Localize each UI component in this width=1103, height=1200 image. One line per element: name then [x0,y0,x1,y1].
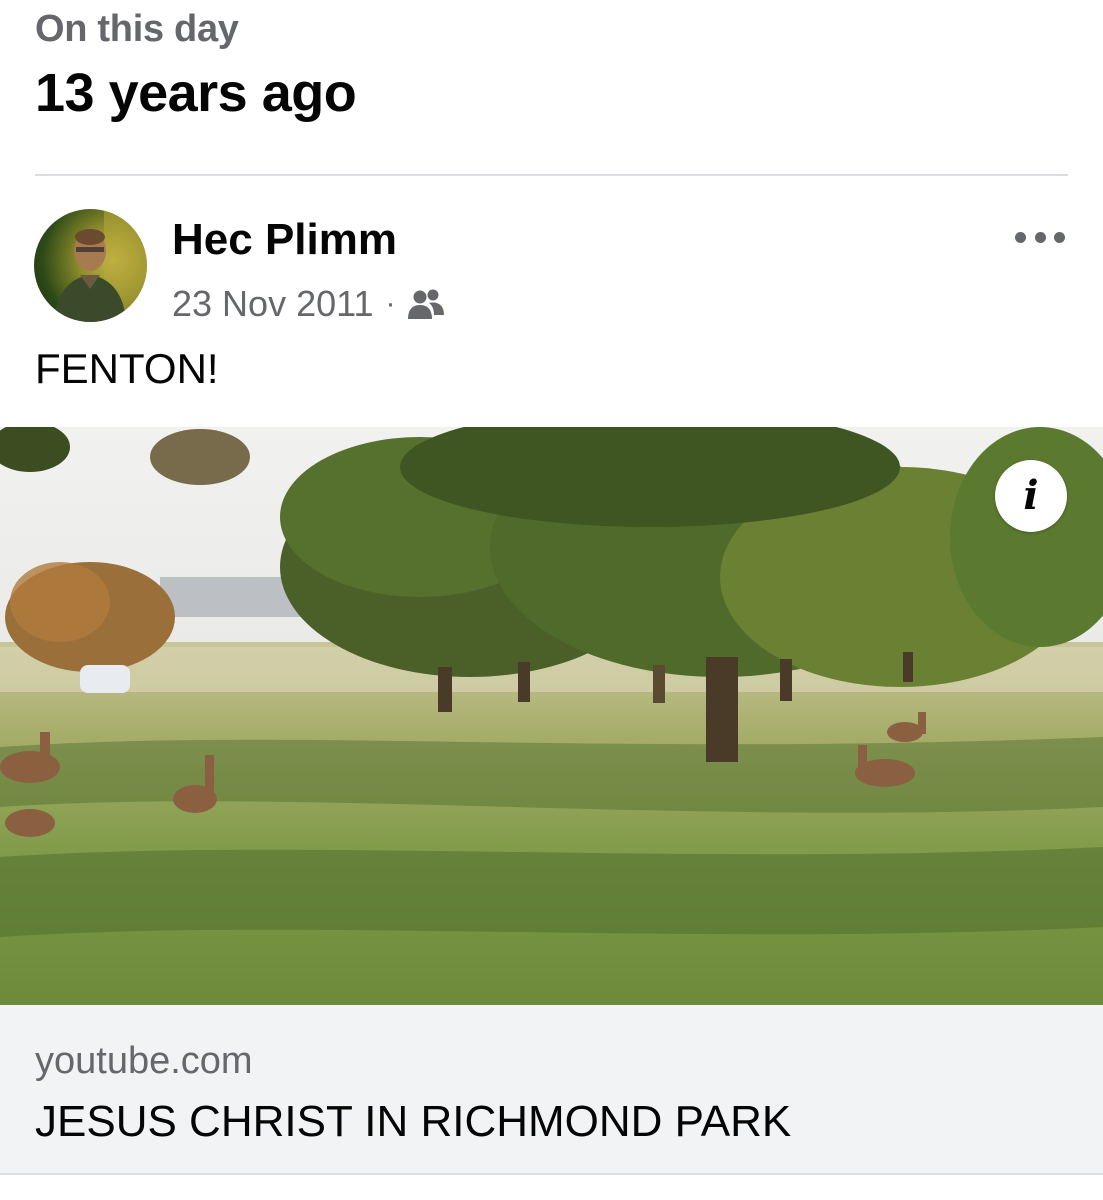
friends-icon [407,287,445,321]
author-name[interactable]: Hec Plimm [172,215,397,265]
meta-separator: · [385,287,396,320]
memory-title: 13 years ago [35,63,357,123]
author-avatar[interactable] [34,209,147,322]
info-glyph: i [1023,472,1039,519]
link-preview-image[interactable] [0,427,1103,1005]
link-preview-footer[interactable]: youtube.com JESUS CHRIST IN RICHMOND PAR… [0,1005,1103,1175]
link-domain: youtube.com [35,1040,253,1082]
memory-subtitle: On this day [35,8,239,50]
more-options-icon[interactable] [1015,222,1065,252]
post-text: FENTON! [35,345,219,392]
section-divider [35,174,1068,176]
post-date[interactable]: 23 Nov 2011 [172,283,373,325]
info-icon[interactable]: i [995,460,1067,532]
link-title: JESUS CHRIST IN RICHMOND PARK [35,1097,792,1146]
post-meta: 23 Nov 2011 · [172,283,445,325]
